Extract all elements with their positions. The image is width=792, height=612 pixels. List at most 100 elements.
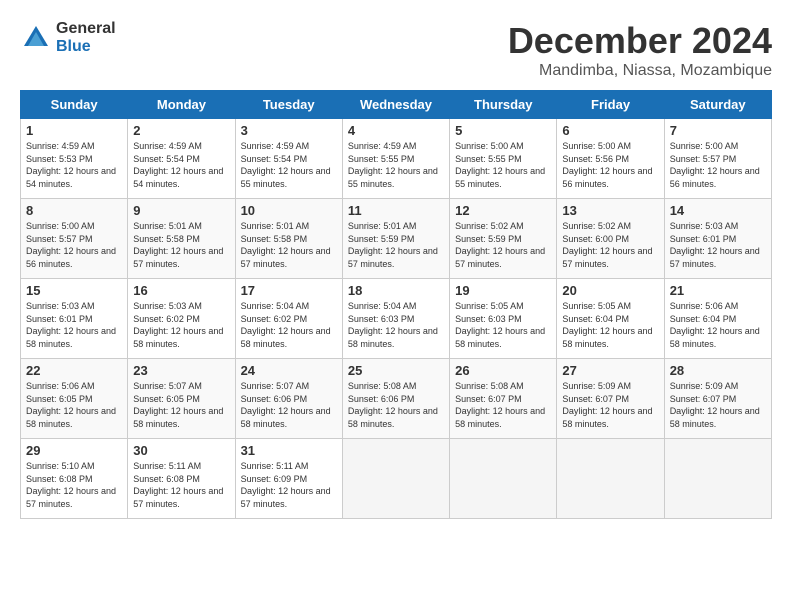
cell-content: Sunrise: 5:04 AMSunset: 6:02 PMDaylight:… <box>241 301 331 349</box>
calendar-cell: 23 Sunrise: 5:07 AMSunset: 6:05 PMDayligh… <box>128 359 235 439</box>
day-number: 4 <box>348 123 444 138</box>
calendar-cell: 9Sunrise: 5:01 AMSunset: 5:58 PMDaylight… <box>128 199 235 279</box>
cell-content: Sunrise: 5:08 AMSunset: 6:07 PMDaylight:… <box>455 381 545 429</box>
day-number: 7 <box>670 123 766 138</box>
calendar-cell: 21 Sunrise: 5:06 AMSunset: 6:04 PMDayligh… <box>664 279 771 359</box>
day-header: Friday <box>557 91 664 119</box>
cell-content: Sunrise: 5:00 AMSunset: 5:56 PMDaylight:… <box>562 141 652 189</box>
day-number: 21 <box>670 283 766 298</box>
calendar-cell: 20 Sunrise: 5:05 AMSunset: 6:04 PMDayligh… <box>557 279 664 359</box>
day-number: 25 <box>348 363 444 378</box>
day-number: 16 <box>133 283 229 298</box>
calendar-cell: 29 Sunrise: 5:10 AMSunset: 6:08 PMDayligh… <box>21 439 128 519</box>
calendar-cell: 5Sunrise: 5:00 AMSunset: 5:55 PMDaylight… <box>450 119 557 199</box>
calendar-cell: 31 Sunrise: 5:11 AMSunset: 6:09 PMDayligh… <box>235 439 342 519</box>
calendar-cell: 27 Sunrise: 5:09 AMSunset: 6:07 PMDayligh… <box>557 359 664 439</box>
calendar-week-row: 1Sunrise: 4:59 AMSunset: 5:53 PMDaylight… <box>21 119 772 199</box>
cell-content: Sunrise: 5:09 AMSunset: 6:07 PMDaylight:… <box>562 381 652 429</box>
day-number: 15 <box>26 283 122 298</box>
day-number: 8 <box>26 203 122 218</box>
cell-content: Sunrise: 5:11 AMSunset: 6:08 PMDaylight:… <box>133 461 223 509</box>
month-title: December 2024 <box>508 20 772 62</box>
cell-content: Sunrise: 5:03 AMSunset: 6:01 PMDaylight:… <box>670 221 760 269</box>
cell-content: Sunrise: 5:00 AMSunset: 5:55 PMDaylight:… <box>455 141 545 189</box>
cell-content: Sunrise: 4:59 AMSunset: 5:54 PMDaylight:… <box>133 141 223 189</box>
cell-content: Sunrise: 5:02 AMSunset: 5:59 PMDaylight:… <box>455 221 545 269</box>
calendar-table: SundayMondayTuesdayWednesdayThursdayFrid… <box>20 90 772 519</box>
cell-content: Sunrise: 5:10 AMSunset: 6:08 PMDaylight:… <box>26 461 116 509</box>
day-number: 10 <box>241 203 337 218</box>
calendar-cell: 25 Sunrise: 5:08 AMSunset: 6:06 PMDayligh… <box>342 359 449 439</box>
logo: General Blue <box>20 20 116 55</box>
cell-content: Sunrise: 5:08 AMSunset: 6:06 PMDaylight:… <box>348 381 438 429</box>
cell-content: Sunrise: 5:04 AMSunset: 6:03 PMDaylight:… <box>348 301 438 349</box>
logo-blue: Blue <box>56 38 116 56</box>
cell-content: Sunrise: 5:00 AMSunset: 5:57 PMDaylight:… <box>670 141 760 189</box>
calendar-cell <box>342 439 449 519</box>
calendar-cell: 18Sunrise: 5:04 AMSunset: 6:03 PMDayligh… <box>342 279 449 359</box>
cell-content: Sunrise: 5:00 AMSunset: 5:57 PMDaylight:… <box>26 221 116 269</box>
day-number: 23 <box>133 363 229 378</box>
day-number: 19 <box>455 283 551 298</box>
calendar-cell: 28Sunrise: 5:09 AMSunset: 6:07 PMDayligh… <box>664 359 771 439</box>
location-title: Mandimba, Niassa, Mozambique <box>508 62 772 80</box>
day-number: 24 <box>241 363 337 378</box>
cell-content: Sunrise: 5:02 AMSunset: 6:00 PMDaylight:… <box>562 221 652 269</box>
cell-content: Sunrise: 5:01 AMSunset: 5:59 PMDaylight:… <box>348 221 438 269</box>
day-number: 2 <box>133 123 229 138</box>
logo-icon <box>20 22 52 54</box>
cell-content: Sunrise: 5:11 AMSunset: 6:09 PMDaylight:… <box>241 461 331 509</box>
day-header: Sunday <box>21 91 128 119</box>
day-header: Saturday <box>664 91 771 119</box>
day-header: Wednesday <box>342 91 449 119</box>
calendar-cell <box>450 439 557 519</box>
day-number: 20 <box>562 283 658 298</box>
day-number: 17 <box>241 283 337 298</box>
calendar-week-row: 22Sunrise: 5:06 AMSunset: 6:05 PMDayligh… <box>21 359 772 439</box>
calendar-cell: 3Sunrise: 4:59 AMSunset: 5:54 PMDaylight… <box>235 119 342 199</box>
calendar-cell: 26 Sunrise: 5:08 AMSunset: 6:07 PMDayligh… <box>450 359 557 439</box>
day-number: 31 <box>241 443 337 458</box>
calendar-cell: 8 Sunrise: 5:00 AMSunset: 5:57 PMDaylight… <box>21 199 128 279</box>
cell-content: Sunrise: 5:07 AMSunset: 6:05 PMDaylight:… <box>133 381 223 429</box>
cell-content: Sunrise: 5:05 AMSunset: 6:04 PMDaylight:… <box>562 301 652 349</box>
calendar-week-row: 8 Sunrise: 5:00 AMSunset: 5:57 PMDaylight… <box>21 199 772 279</box>
calendar-cell: 17 Sunrise: 5:04 AMSunset: 6:02 PMDayligh… <box>235 279 342 359</box>
calendar-cell: 16 Sunrise: 5:03 AMSunset: 6:02 PMDayligh… <box>128 279 235 359</box>
calendar-cell: 22Sunrise: 5:06 AMSunset: 6:05 PMDayligh… <box>21 359 128 439</box>
calendar-cell <box>664 439 771 519</box>
calendar-cell: 11 Sunrise: 5:01 AMSunset: 5:59 PMDayligh… <box>342 199 449 279</box>
cell-content: Sunrise: 5:09 AMSunset: 6:07 PMDaylight:… <box>670 381 760 429</box>
day-header: Tuesday <box>235 91 342 119</box>
title-section: December 2024 Mandimba, Niassa, Mozambiq… <box>508 20 772 80</box>
calendar-cell: 19 Sunrise: 5:05 AMSunset: 6:03 PMDayligh… <box>450 279 557 359</box>
day-number: 12 <box>455 203 551 218</box>
calendar-cell: 15Sunrise: 5:03 AMSunset: 6:01 PMDayligh… <box>21 279 128 359</box>
calendar-cell: 4 Sunrise: 4:59 AMSunset: 5:55 PMDaylight… <box>342 119 449 199</box>
cell-content: Sunrise: 5:06 AMSunset: 6:04 PMDaylight:… <box>670 301 760 349</box>
day-header: Thursday <box>450 91 557 119</box>
calendar-cell: 12 Sunrise: 5:02 AMSunset: 5:59 PMDayligh… <box>450 199 557 279</box>
day-number: 13 <box>562 203 658 218</box>
day-number: 27 <box>562 363 658 378</box>
cell-content: Sunrise: 5:06 AMSunset: 6:05 PMDaylight:… <box>26 381 116 429</box>
cell-content: Sunrise: 4:59 AMSunset: 5:53 PMDaylight:… <box>26 141 116 189</box>
day-number: 3 <box>241 123 337 138</box>
cell-content: Sunrise: 5:01 AMSunset: 5:58 PMDaylight:… <box>241 221 331 269</box>
day-number: 11 <box>348 203 444 218</box>
calendar-week-row: 15Sunrise: 5:03 AMSunset: 6:01 PMDayligh… <box>21 279 772 359</box>
day-number: 9 <box>133 203 229 218</box>
day-number: 26 <box>455 363 551 378</box>
calendar-cell: 14 Sunrise: 5:03 AMSunset: 6:01 PMDayligh… <box>664 199 771 279</box>
cell-content: Sunrise: 4:59 AMSunset: 5:55 PMDaylight:… <box>348 141 438 189</box>
day-number: 29 <box>26 443 122 458</box>
calendar-cell: 24 Sunrise: 5:07 AMSunset: 6:06 PMDayligh… <box>235 359 342 439</box>
calendar-cell: 2 Sunrise: 4:59 AMSunset: 5:54 PMDaylight… <box>128 119 235 199</box>
cell-content: Sunrise: 5:07 AMSunset: 6:06 PMDaylight:… <box>241 381 331 429</box>
cell-content: Sunrise: 5:05 AMSunset: 6:03 PMDaylight:… <box>455 301 545 349</box>
calendar-cell: 10 Sunrise: 5:01 AMSunset: 5:58 PMDayligh… <box>235 199 342 279</box>
cell-content: Sunrise: 5:03 AMSunset: 6:02 PMDaylight:… <box>133 301 223 349</box>
day-number: 30 <box>133 443 229 458</box>
calendar-cell: 6Sunrise: 5:00 AMSunset: 5:56 PMDaylight… <box>557 119 664 199</box>
day-number: 14 <box>670 203 766 218</box>
